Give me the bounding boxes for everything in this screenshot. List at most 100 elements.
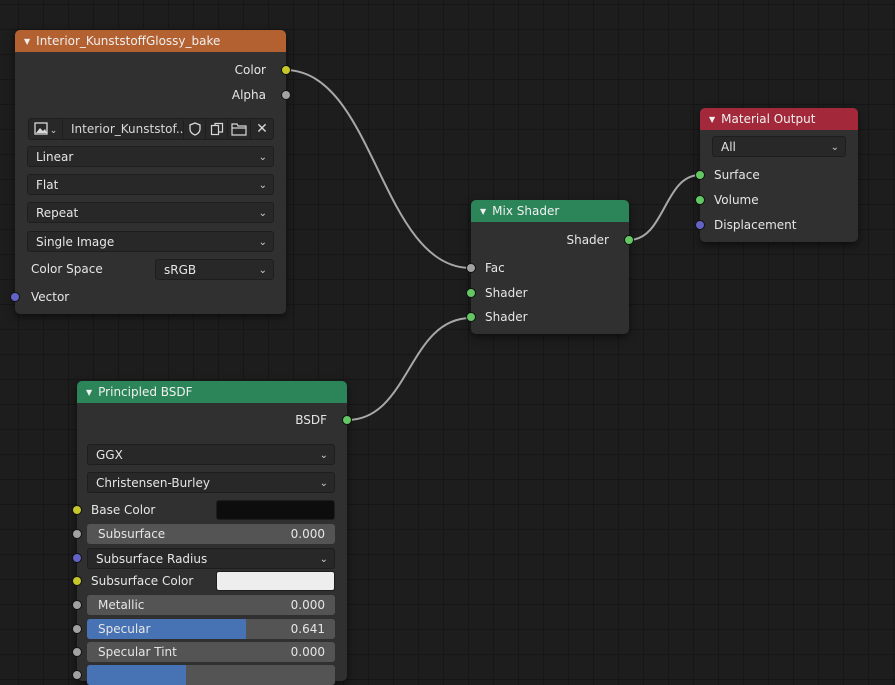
collapse-triangle-icon[interactable]: ▼	[480, 207, 486, 216]
image-browse-button[interactable]: ⌄	[28, 118, 63, 140]
specular-tint-label: Specular Tint	[98, 645, 177, 659]
roughness-socket[interactable]	[72, 670, 82, 680]
subsurface-label: Subsurface	[98, 527, 166, 541]
displacement-input-socket[interactable]	[695, 220, 705, 230]
roughness-slider[interactable]	[87, 665, 335, 685]
chevron-down-icon: ⌄	[258, 237, 267, 248]
material-output-node[interactable]: ▼ Material Output All ⌄ Surface Volume Dis…	[695, 108, 858, 242]
interpolation-dropdown[interactable]: Linear ⌄	[27, 146, 274, 167]
subsurface-color-socket[interactable]	[72, 576, 82, 586]
vector-input-label: Vector	[31, 290, 70, 304]
color-space-dropdown[interactable]: sRGB ⌄	[155, 259, 274, 280]
subsurface-slider[interactable]: Subsurface 0.000	[87, 524, 335, 544]
subsurface-color-label: Subsurface Color	[91, 574, 194, 588]
mix-shader-node-header[interactable]: ▼ Mix Shader	[471, 200, 629, 222]
unlink-image-button[interactable]: ✕	[250, 118, 274, 140]
duplicate-image-button[interactable]	[205, 118, 228, 140]
color-output-socket[interactable]	[281, 65, 291, 75]
base-color-swatch[interactable]	[216, 500, 335, 520]
fake-user-button[interactable]	[183, 118, 206, 140]
chevron-down-icon: ⌄	[258, 265, 267, 276]
specular-socket[interactable]	[72, 624, 82, 634]
specular-slider[interactable]: Specular 0.641	[87, 619, 335, 639]
subsurface-value: 0.000	[290, 527, 325, 541]
chevron-down-icon: ⌄	[319, 450, 328, 461]
target-dropdown[interactable]: All ⌄	[712, 136, 846, 157]
surface-input-socket[interactable]	[695, 170, 705, 180]
chevron-down-icon: ⌄	[258, 180, 267, 191]
metallic-value: 0.000	[290, 598, 325, 612]
chevron-down-icon: ⌄	[319, 478, 328, 489]
specular-tint-socket[interactable]	[72, 647, 82, 657]
image-texture-node[interactable]: ▼ Interior_KunststoffGlossy_bake Color Al…	[10, 30, 291, 314]
link-shader-to-surface	[628, 174, 701, 241]
base-color-socket[interactable]	[72, 505, 82, 515]
specular-label: Specular	[98, 622, 151, 636]
metallic-label: Metallic	[98, 598, 145, 612]
interpolation-value: Linear	[36, 150, 74, 164]
shader2-input-socket[interactable]	[466, 312, 476, 322]
volume-input-label: Volume	[714, 193, 759, 207]
distribution-value: GGX	[96, 448, 123, 462]
image-type-icon	[34, 121, 48, 135]
link-bsdf-to-shader	[346, 317, 472, 421]
principled-bsdf-node[interactable]: ▼ Principled BSDF BSDF GGX ⌄ Christensen-B…	[72, 381, 352, 685]
link-color-to-fac	[284, 69, 472, 269]
target-value: All	[721, 140, 736, 154]
subsurface-method-dropdown[interactable]: Christensen-Burley ⌄	[87, 472, 335, 493]
source-dropdown[interactable]: Single Image ⌄	[27, 231, 274, 252]
node-title: Interior_KunststoffGlossy_bake	[36, 34, 221, 48]
image-selector-bar: ⌄ Interior_Kunststof... ✕	[28, 118, 274, 142]
subsurface-method-value: Christensen-Burley	[96, 476, 210, 490]
specular-tint-slider[interactable]: Specular Tint 0.000	[87, 642, 335, 662]
extension-value: Repeat	[36, 206, 79, 220]
open-image-button[interactable]	[227, 118, 251, 140]
distribution-dropdown[interactable]: GGX ⌄	[87, 444, 335, 465]
shader2-input-label: Shader	[485, 310, 528, 324]
collapse-triangle-icon[interactable]: ▼	[24, 37, 30, 46]
image-texture-node-header[interactable]: ▼ Interior_KunststoffGlossy_bake	[15, 30, 286, 52]
collapse-triangle-icon[interactable]: ▼	[709, 115, 715, 124]
shader1-input-label: Shader	[485, 286, 528, 300]
extension-dropdown[interactable]: Repeat ⌄	[27, 202, 274, 223]
specular-tint-value: 0.000	[290, 645, 325, 659]
specular-value: 0.641	[290, 622, 325, 636]
metallic-slider[interactable]: Metallic 0.000	[87, 595, 335, 615]
surface-input-label: Surface	[714, 168, 760, 182]
bsdf-output-socket[interactable]	[342, 415, 352, 425]
subsurface-radius-dropdown[interactable]: Subsurface Radius ⌄	[87, 548, 335, 569]
open-folder-icon	[231, 122, 247, 136]
vector-input-socket[interactable]	[10, 292, 20, 302]
principled-bsdf-node-header[interactable]: ▼ Principled BSDF	[77, 381, 347, 403]
metallic-socket[interactable]	[72, 600, 82, 610]
chevron-down-icon: ⌄	[49, 126, 58, 136]
color-output-label: Color	[234, 63, 266, 77]
node-title: Material Output	[721, 112, 816, 126]
chevron-down-icon: ⌄	[258, 152, 267, 163]
color-space-value: sRGB	[164, 263, 197, 277]
collapse-triangle-icon[interactable]: ▼	[86, 388, 92, 397]
base-color-label: Base Color	[91, 503, 156, 517]
alpha-output-label: Alpha	[231, 88, 266, 102]
shader-output-socket[interactable]	[624, 235, 634, 245]
subsurface-color-swatch[interactable]	[216, 571, 335, 591]
fake-user-shield-icon	[188, 121, 201, 136]
shader1-input-socket[interactable]	[466, 288, 476, 298]
projection-dropdown[interactable]: Flat ⌄	[27, 174, 274, 195]
subsurface-socket[interactable]	[72, 529, 82, 539]
material-output-node-header[interactable]: ▼ Material Output	[700, 108, 858, 130]
chevron-down-icon: ⌄	[830, 142, 839, 153]
displacement-input-label: Displacement	[714, 218, 797, 232]
close-icon: ✕	[256, 121, 268, 137]
mix-shader-node[interactable]: ▼ Mix Shader Shader Fac Shader Shader	[466, 200, 634, 334]
source-value: Single Image	[36, 235, 115, 249]
alpha-output-socket[interactable]	[281, 90, 291, 100]
fac-input-label: Fac	[485, 261, 505, 275]
bsdf-output-label: BSDF	[295, 413, 327, 427]
image-name-field[interactable]: Interior_Kunststof...	[62, 118, 184, 140]
fac-input-socket[interactable]	[466, 263, 476, 273]
node-title: Mix Shader	[492, 204, 560, 218]
projection-value: Flat	[36, 178, 59, 192]
volume-input-socket[interactable]	[695, 195, 705, 205]
subsurface-radius-socket[interactable]	[72, 553, 82, 563]
